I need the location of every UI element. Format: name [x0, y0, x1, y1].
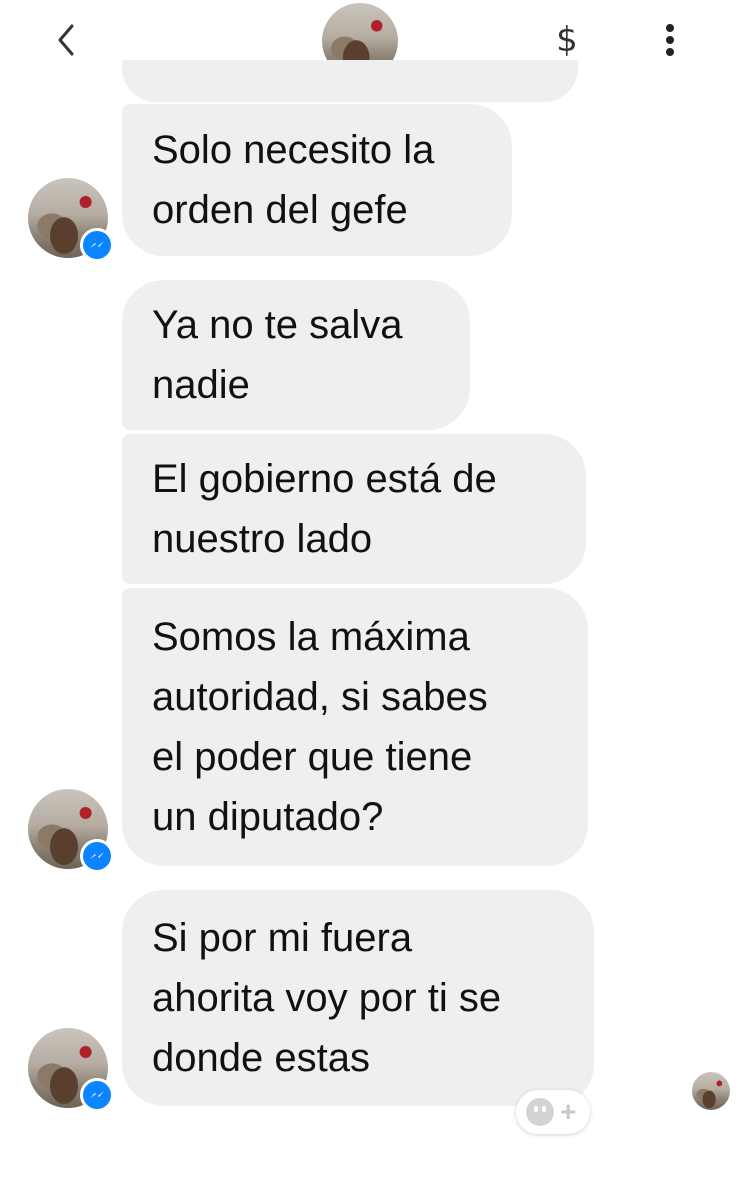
message-bubble[interactable]: Si por mi fuera ahorita voy por ti se do…	[122, 890, 594, 1106]
message-bubble[interactable]: Somos la máxima autoridad, si sabes el p…	[122, 588, 588, 866]
messenger-badge-icon	[80, 228, 114, 262]
messenger-badge-icon	[80, 1078, 114, 1112]
plus-icon: +	[560, 1096, 577, 1127]
add-reaction-button[interactable]: +	[516, 1090, 590, 1134]
message-bubble[interactable]: Solo necesito la orden del gefe	[122, 104, 512, 256]
dollar-icon[interactable]: $	[552, 20, 582, 60]
smiley-icon	[526, 1098, 554, 1126]
more-vertical-icon[interactable]	[660, 22, 680, 58]
messenger-badge-icon	[80, 839, 114, 873]
message-bubble-partial	[122, 60, 578, 102]
chevron-left-icon[interactable]	[50, 22, 84, 58]
message-bubble[interactable]: Ya no te salva nadie	[122, 280, 470, 430]
message-bubble[interactable]: El gobierno está de nuestro lado	[122, 434, 586, 584]
read-receipt-avatar	[692, 1072, 730, 1110]
